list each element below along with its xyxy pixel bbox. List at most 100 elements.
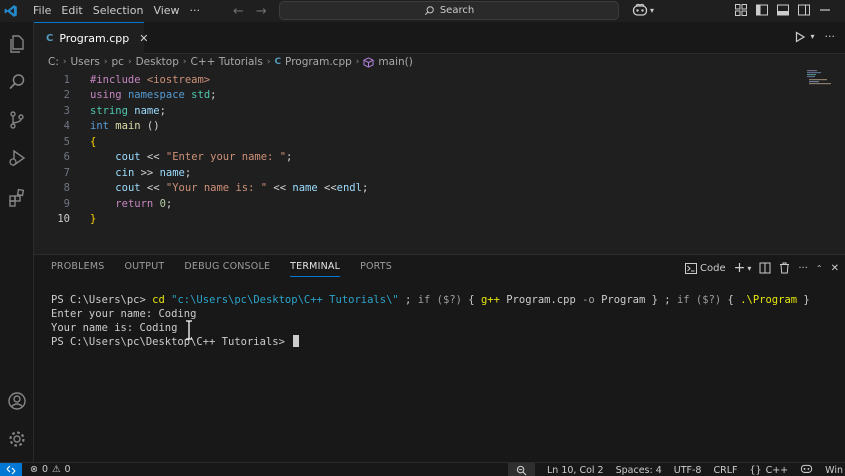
warning-icon: ⚠ [52,464,61,475]
title-bar: File Edit Selection View ··· ← → Search … [0,0,845,22]
breadcrumb-folder[interactable]: C++ Tutorials [190,56,262,68]
terminal-icon [685,262,697,274]
line-number: 9 [63,197,70,210]
copilot-status-icon[interactable] [800,463,813,476]
code-text: } [90,213,97,226]
symbol-method-icon [363,56,374,68]
breadcrumb-users[interactable]: Users [70,56,99,68]
language-label: C++ [765,464,789,476]
zoom-icon[interactable] [507,463,535,476]
code-line: 8 cout << "Your name is: " << name <<end… [34,181,369,197]
chevron-down-icon[interactable]: ▾ [747,264,751,273]
code-text: return 0; [115,197,173,210]
code-line: 4 int main () [34,119,160,135]
code-text: int main () [90,120,160,133]
code-text: cout << "Your name is: " << name <<endl; [115,182,369,195]
tab-label: Program.cpp [59,32,130,45]
tab-output[interactable]: OUTPUT [124,261,164,277]
menu-edit[interactable]: Edit [56,0,87,22]
code-line: 10} [34,212,96,228]
panel-actions: Code + ▾ ··· ⌃ ✕ [685,260,839,276]
more-actions-icon[interactable]: ··· [798,263,808,274]
code-text: string name; [90,104,166,117]
menu-selection[interactable]: Selection [88,0,149,22]
search-sidebar-icon[interactable] [5,70,29,94]
trash-icon[interactable] [779,262,790,274]
source-control-icon[interactable] [5,108,29,132]
breadcrumb-pc[interactable]: pc [112,56,124,68]
activity-bar [0,22,34,462]
terminal-shell-selector[interactable]: Code [685,262,726,274]
copilot-button[interactable]: ▾ [632,3,654,17]
tab-program-cpp[interactable]: C Program.cpp ✕ [34,22,148,54]
line-number: 4 [63,120,70,133]
code-line: 1 #include <iostream> [34,72,210,88]
breadcrumb-drive[interactable]: C: [48,56,59,68]
close-icon[interactable]: ✕ [831,263,839,274]
minimize-window-icon[interactable] [818,3,832,17]
status-bar: ⊗ 0 ⚠ 0 Ln 10, Col 2 Spaces: 4 UTF-8 CRL… [0,462,845,476]
braces-icon: {} [749,464,762,476]
terminal-line: PS C:\Users\pc\Desktop\C++ Tutorials> [51,335,810,349]
terminal-output[interactable]: PS C:\Users\pc> cd "c:\Users\pc\Desktop\… [51,293,810,349]
play-icon [796,30,806,43]
code-editor[interactable]: 1 #include <iostream> 2 using namespace std… [34,70,845,254]
breadcrumb-desktop[interactable]: Desktop [136,56,179,68]
warning-count: 0 [64,464,71,475]
chevron-right-icon: › [103,57,108,67]
indentation[interactable]: Spaces: 4 [616,465,662,476]
problems-indicator[interactable]: ⊗ 0 ⚠ 0 [30,464,71,475]
copilot-icon [632,3,648,16]
explorer-icon[interactable] [5,32,29,56]
code-text: cin >> name; [115,166,192,179]
command-center-search[interactable]: Search [279,1,619,20]
platform-label[interactable]: Win [825,465,843,476]
vscode-logo-icon [0,0,22,22]
chevron-right-icon: › [355,57,360,67]
breadcrumb-file[interactable]: Program.cpp [285,56,352,68]
encoding[interactable]: UTF-8 [674,465,702,476]
language-mode[interactable]: {} C++ [749,465,788,476]
tab-problems[interactable]: PROBLEMS [51,261,104,277]
menu-view[interactable]: View [148,0,184,22]
bottom-panel: PROBLEMS OUTPUT DEBUG CONSOLE TERMINAL P… [34,254,845,462]
remote-indicator[interactable] [0,462,22,476]
cursor-position[interactable]: Ln 10, Col 2 [547,465,604,476]
tab-ports[interactable]: PORTS [360,261,392,277]
split-terminal-icon[interactable] [759,262,771,274]
run-and-debug-icon[interactable] [5,146,29,170]
layout-controls [734,3,832,17]
tab-debug-console[interactable]: DEBUG CONSOLE [184,261,270,277]
chevron-down-icon: ▾ [810,32,815,41]
line-number: 3 [63,104,70,117]
close-icon[interactable]: ✕ [139,32,148,45]
line-number: 1 [63,73,70,86]
menu-more[interactable]: ··· [185,0,206,22]
line-number: 10 [57,213,70,226]
maximize-panel-icon[interactable]: ⌃ [816,264,823,273]
accounts-icon[interactable] [5,389,29,413]
tab-terminal[interactable]: TERMINAL [290,261,341,277]
run-code-button[interactable]: ▾ ··· [794,30,835,43]
error-count: 0 [41,464,49,475]
toggle-panel-icon[interactable] [776,3,790,17]
new-terminal-icon[interactable]: + [734,260,746,276]
cpp-file-icon: C [46,33,54,44]
end-of-line[interactable]: CRLF [713,465,737,476]
settings-gear-icon[interactable] [5,427,29,451]
minimap[interactable] [807,70,831,86]
line-number: 5 [63,135,70,148]
breadcrumb-symbol[interactable]: main() [378,56,412,68]
code-text: #include <iostream> [90,73,211,86]
menu-file[interactable]: File [28,0,56,22]
customize-layout-icon[interactable] [734,3,748,17]
search-label: Search [439,5,475,16]
extensions-icon[interactable] [5,186,29,210]
back-arrow-icon[interactable]: ← [233,4,244,19]
toggle-primary-sidebar-icon[interactable] [755,3,769,17]
more-actions-icon[interactable]: ··· [825,30,836,43]
toggle-secondary-sidebar-icon[interactable] [797,3,811,17]
forward-arrow-icon[interactable]: → [256,4,267,19]
breadcrumb: C: › Users › pc › Desktop › C++ Tutorial… [48,54,413,70]
terminal-prompt: PS C:\Users\pc> [51,294,153,306]
